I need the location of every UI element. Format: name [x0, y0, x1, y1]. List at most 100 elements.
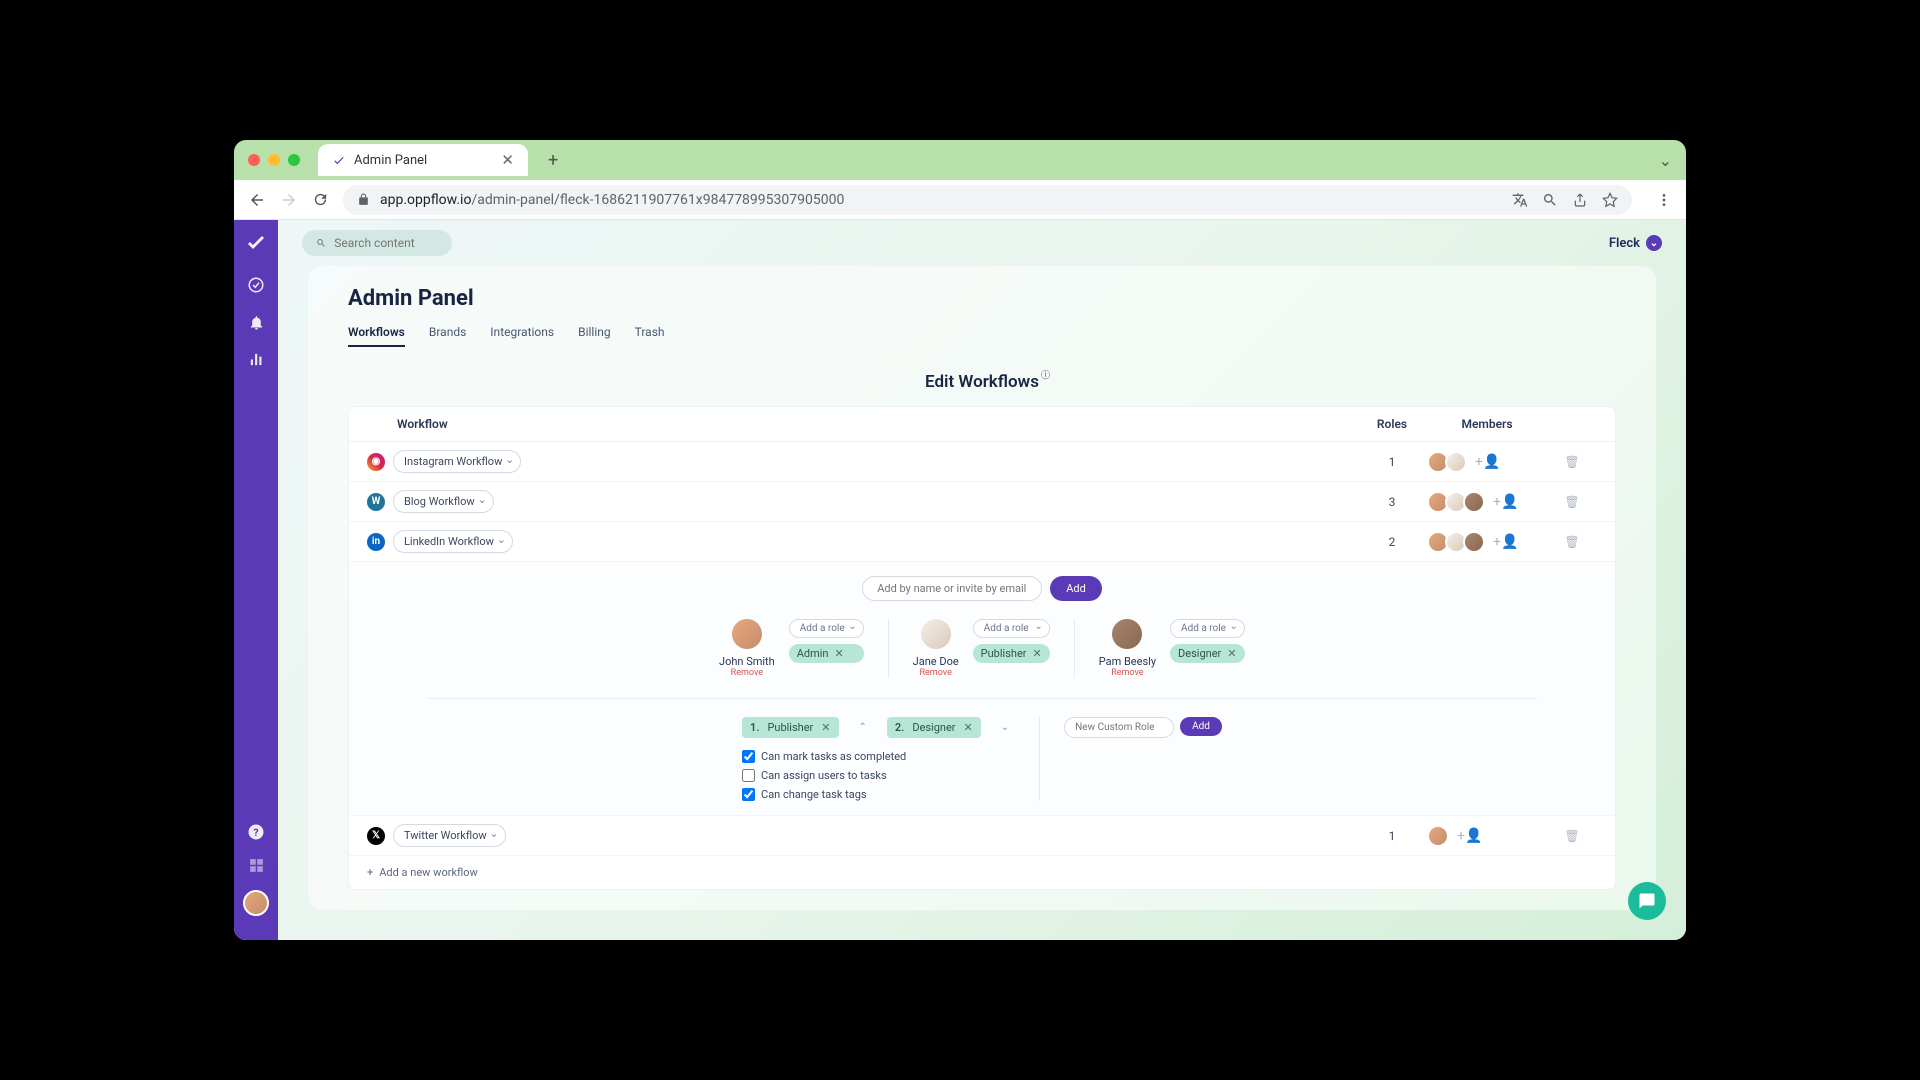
perm-checkbox-completed[interactable]: Can mark tasks as completed: [742, 750, 1009, 763]
tab-integrations[interactable]: Integrations: [490, 325, 554, 347]
new-tab-button[interactable]: +: [548, 150, 558, 171]
roles-count: 3: [1357, 495, 1427, 509]
share-icon[interactable]: [1572, 192, 1588, 208]
delete-icon[interactable]: 🗑: [1547, 829, 1597, 843]
remove-member-link[interactable]: Remove: [719, 668, 775, 678]
col-roles: Roles: [1357, 417, 1427, 431]
top-bar: Fleck ⌄: [278, 220, 1686, 266]
linkedin-icon: in: [367, 533, 385, 551]
bookmark-icon[interactable]: [1602, 192, 1618, 208]
add-member-icon[interactable]: +👤: [1493, 494, 1518, 510]
maximize-window-button[interactable]: [288, 154, 300, 166]
add-role-select[interactable]: Add a role: [789, 619, 864, 638]
wordpress-icon: W: [367, 493, 385, 511]
add-role-select[interactable]: Add a role: [973, 619, 1050, 638]
avatar: [921, 619, 951, 649]
info-icon[interactable]: ⓘ: [1041, 368, 1050, 381]
workflow-select[interactable]: Blog Workflow: [393, 490, 494, 513]
add-member-icon[interactable]: +👤: [1475, 454, 1500, 470]
workflow-select[interactable]: LinkedIn Workflow: [393, 530, 513, 553]
search-icon[interactable]: [1542, 192, 1558, 208]
perm-checkbox-tags[interactable]: Can change task tags: [742, 788, 1009, 801]
forward-button[interactable]: [280, 191, 298, 209]
twitter-icon: 𝕏: [367, 827, 385, 845]
perm-checkbox-assign[interactable]: Can assign users to tasks: [742, 769, 1009, 782]
add-member-icon[interactable]: +👤: [1493, 534, 1518, 550]
workflow-select[interactable]: Twitter Workflow: [393, 824, 506, 847]
chat-button[interactable]: [1628, 882, 1666, 920]
plus-icon: +: [367, 866, 373, 879]
tab-trash[interactable]: Trash: [635, 325, 665, 347]
custom-role-input[interactable]: [1064, 717, 1174, 738]
members-cell: +👤: [1427, 491, 1547, 513]
delete-icon[interactable]: 🗑: [1547, 455, 1597, 469]
app-logo[interactable]: [244, 232, 268, 256]
url-bar: app.oppflow.io/admin-panel/fleck-1686211…: [234, 180, 1686, 220]
browser-tab[interactable]: Admin Panel ✕: [318, 144, 528, 176]
org-name: Fleck: [1609, 236, 1640, 251]
table-row: in LinkedIn Workflow 2 +👤 🗑: [349, 522, 1615, 562]
tab-close-icon[interactable]: ✕: [501, 151, 514, 169]
remove-member-link[interactable]: Remove: [913, 668, 959, 678]
browser-window: Admin Panel ✕ + ⌄ app.oppflow.io/admin-p…: [234, 140, 1686, 940]
tab-billing[interactable]: Billing: [578, 325, 611, 347]
table-row: W Blog Workflow 3 +👤 🗑: [349, 482, 1615, 522]
translate-icon[interactable]: [1512, 192, 1528, 208]
reload-button[interactable]: [312, 191, 329, 208]
app-container: ? Fleck ⌄ Admin Panel Workflows: [234, 220, 1686, 940]
add-member-icon[interactable]: +👤: [1457, 828, 1482, 844]
page-title: Admin Panel: [308, 286, 1656, 325]
invite-input[interactable]: [862, 576, 1042, 601]
add-workflow-button[interactable]: + Add a new workflow: [349, 856, 1615, 889]
col-members: Members: [1427, 417, 1547, 431]
svg-text:?: ?: [253, 826, 258, 839]
admin-panel: Admin Panel Workflows Brands Integration…: [308, 266, 1656, 910]
remove-member-link[interactable]: Remove: [1099, 668, 1156, 678]
remove-role-icon[interactable]: ✕: [835, 647, 844, 660]
move-down-icon[interactable]: ⌄: [1001, 722, 1009, 733]
notifications-nav-icon[interactable]: [248, 314, 265, 331]
avatar: [732, 619, 762, 649]
remove-role-icon[interactable]: ✕: [1227, 647, 1236, 660]
delete-icon[interactable]: 🗑: [1547, 495, 1597, 509]
admin-tabs: Workflows Brands Integrations Billing Tr…: [308, 325, 1656, 348]
role-tag: Designer✕: [1170, 644, 1245, 663]
add-role-select[interactable]: Add a role: [1170, 619, 1245, 638]
org-switcher[interactable]: Fleck ⌄: [1609, 235, 1662, 251]
remove-role-icon[interactable]: ✕: [964, 721, 973, 734]
tab-brands[interactable]: Brands: [429, 325, 466, 347]
title-bar: Admin Panel ✕ + ⌄: [234, 140, 1686, 180]
apps-nav-icon[interactable]: [248, 857, 265, 874]
invite-add-button[interactable]: Add: [1050, 576, 1102, 601]
sidebar: ?: [234, 220, 278, 940]
remove-role-icon[interactable]: ✕: [821, 721, 830, 734]
address-bar[interactable]: app.oppflow.io/admin-panel/fleck-1686211…: [343, 185, 1632, 215]
add-custom-role-button[interactable]: Add: [1180, 717, 1222, 736]
back-button[interactable]: [248, 191, 266, 209]
delete-icon[interactable]: 🗑: [1547, 535, 1597, 549]
roles-count: 1: [1357, 829, 1427, 843]
move-up-icon[interactable]: ⌃: [859, 722, 867, 733]
role-tag: Admin✕: [789, 644, 864, 663]
table-header: Workflow Roles Members: [349, 407, 1615, 442]
remove-role-icon[interactable]: ✕: [1033, 647, 1042, 660]
member-card: Jane Doe Remove Add a role Publisher✕: [889, 619, 1075, 678]
instagram-icon: ◉: [367, 453, 385, 471]
tab-title: Admin Panel: [354, 153, 427, 168]
tab-workflows[interactable]: Workflows: [348, 325, 405, 347]
close-window-button[interactable]: [248, 154, 260, 166]
search-field[interactable]: [302, 230, 452, 256]
user-avatar[interactable]: [243, 890, 269, 916]
members-cell: +👤: [1427, 825, 1547, 847]
search-input[interactable]: [334, 236, 438, 250]
tabs-dropdown-icon[interactable]: ⌄: [1659, 151, 1672, 170]
analytics-nav-icon[interactable]: [248, 351, 265, 368]
minimize-window-button[interactable]: [268, 154, 280, 166]
main-content: Fleck ⌄ Admin Panel Workflows Brands Int…: [278, 220, 1686, 940]
help-nav-icon[interactable]: ?: [247, 823, 265, 841]
role-order-tag: 1.Publisher✕: [742, 717, 838, 738]
url-text: app.oppflow.io/admin-panel/fleck-1686211…: [380, 192, 844, 208]
browser-menu-icon[interactable]: [1656, 192, 1672, 208]
tasks-nav-icon[interactable]: [247, 276, 265, 294]
workflow-select[interactable]: Instagram Workflow: [393, 450, 521, 473]
